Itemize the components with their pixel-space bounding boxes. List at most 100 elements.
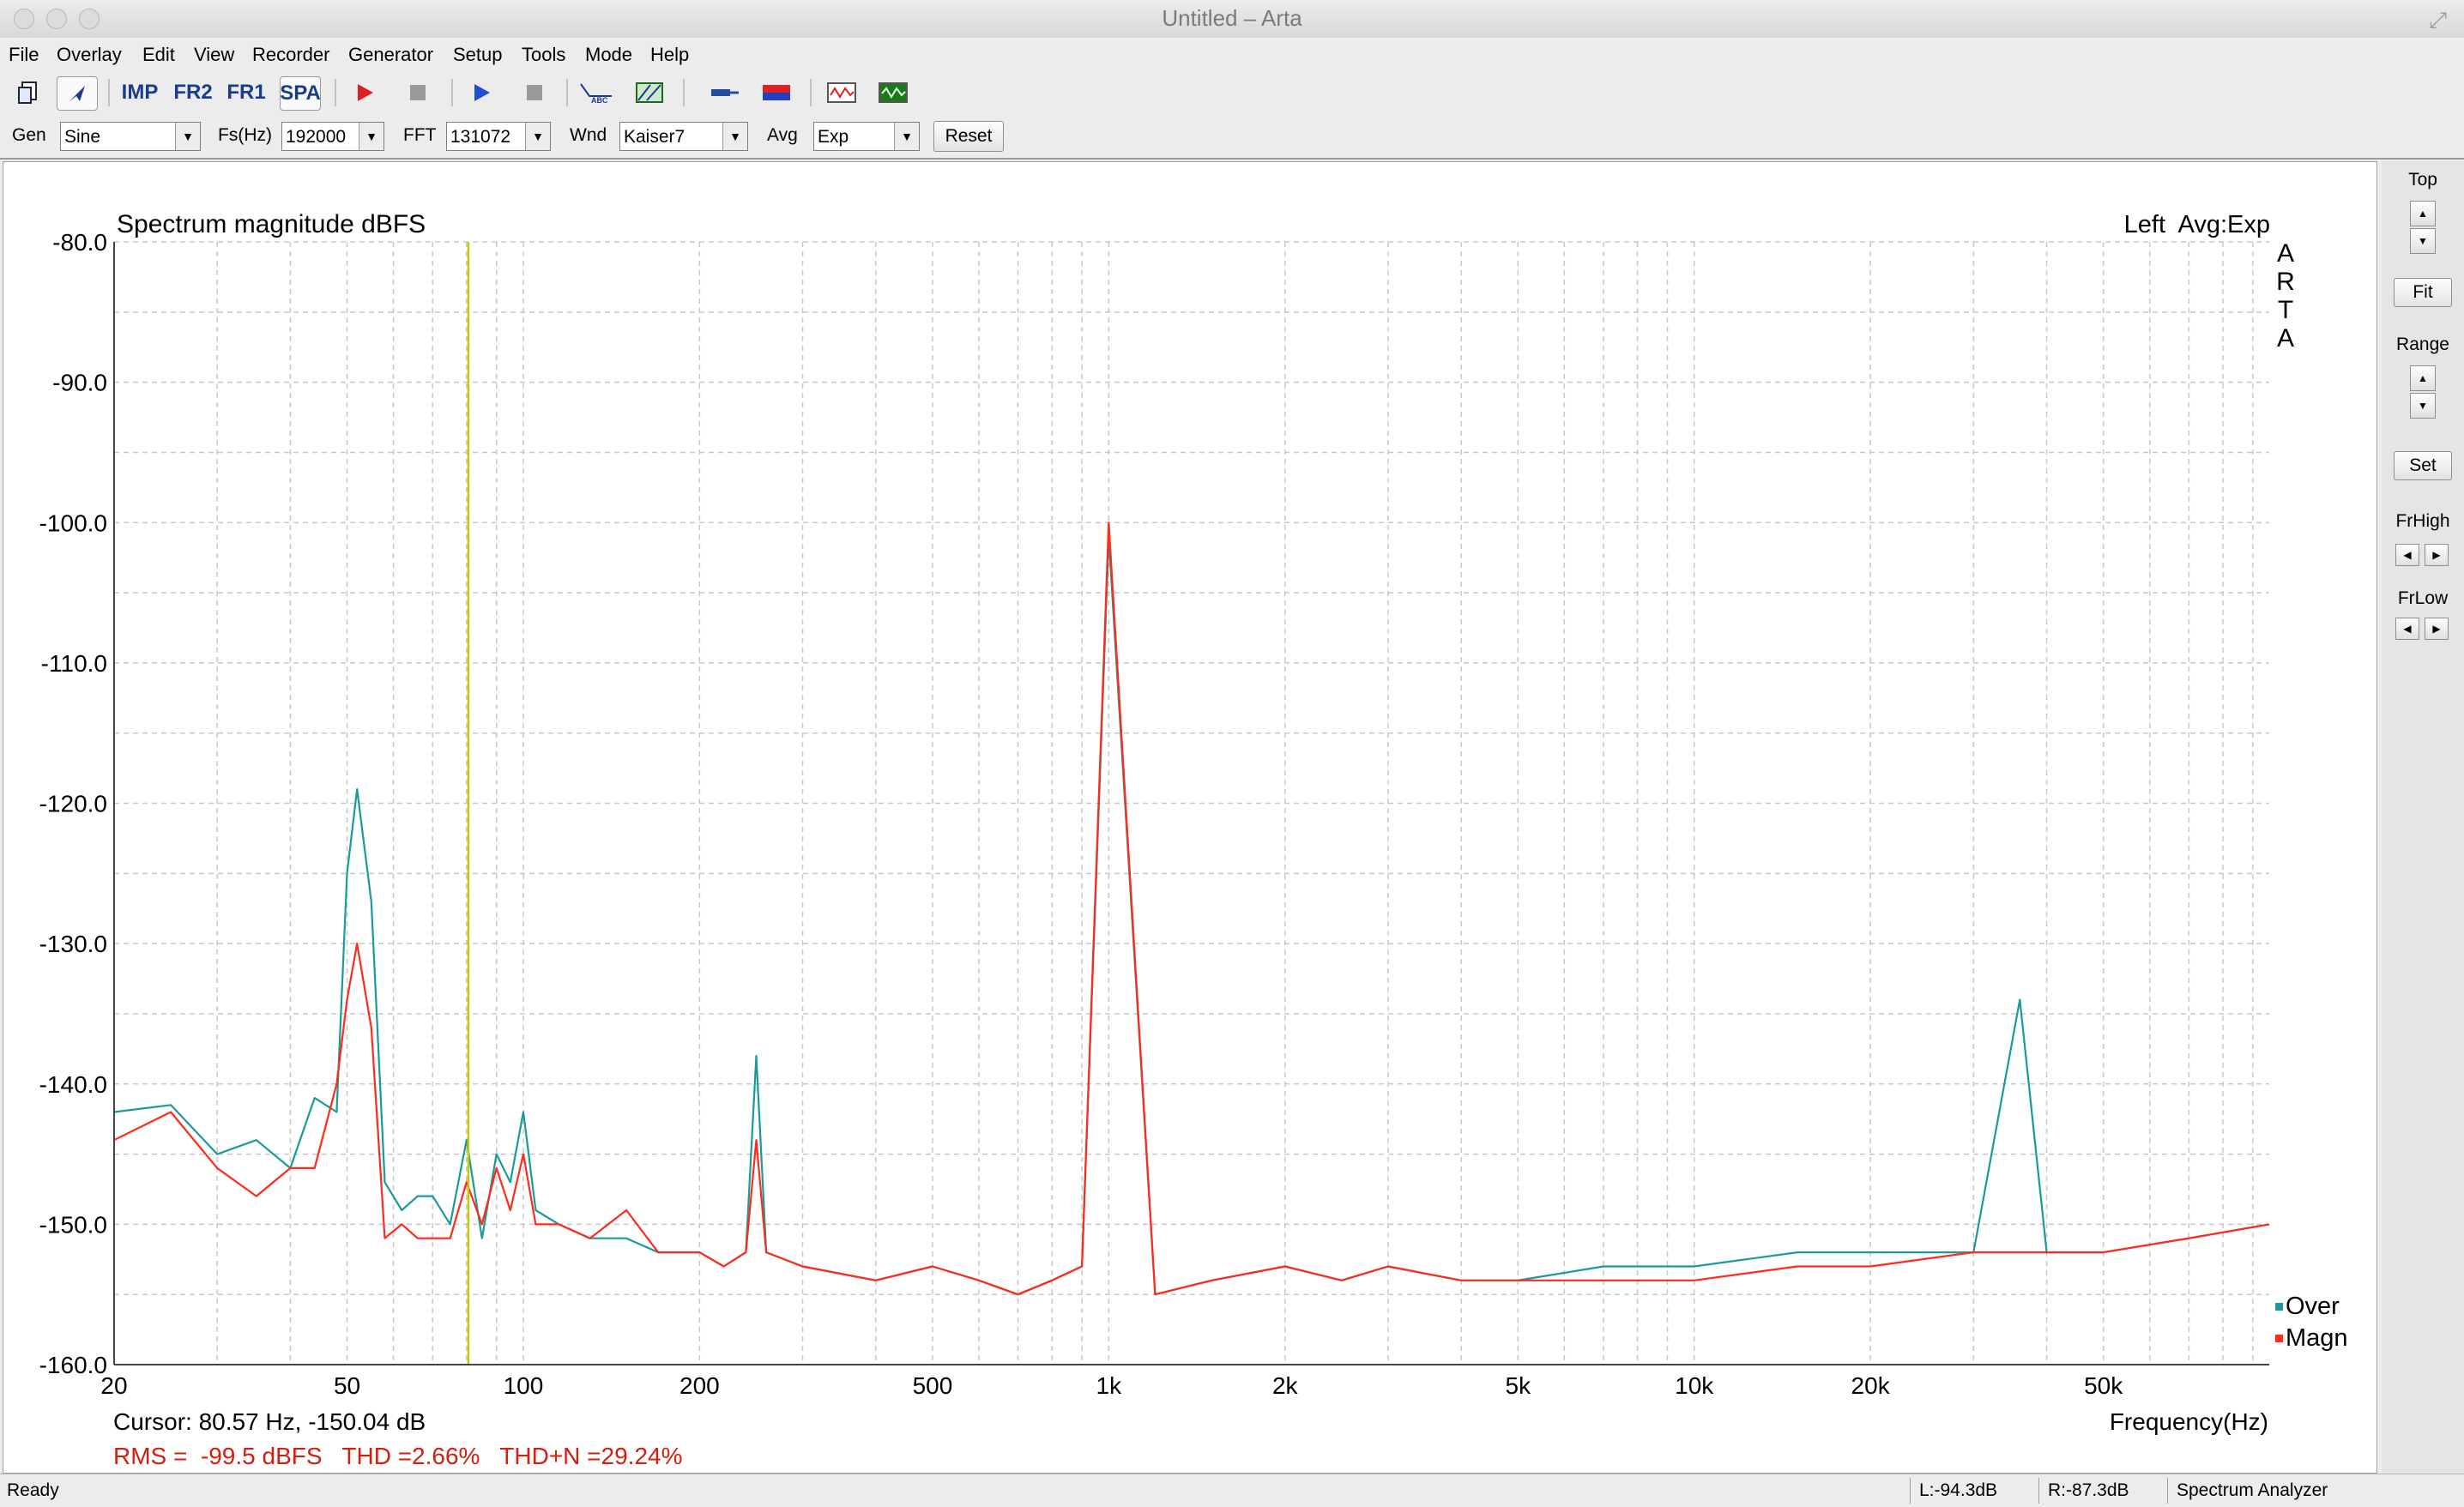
stop-icon: [527, 85, 542, 100]
frhigh-label: FrHigh: [2395, 511, 2450, 531]
trace-over: [113, 535, 2270, 1296]
legend-over-label: Over: [2286, 1293, 2340, 1320]
generator-select-value: Sine: [64, 127, 101, 147]
legend-magn-swatch: [2275, 1335, 2283, 1342]
pointer-icon: [69, 86, 85, 101]
frhigh-left-button[interactable]: ◀: [2395, 544, 2419, 566]
fr1-mode-button[interactable]: FR1: [226, 76, 266, 109]
y-tick-label: -110.0: [41, 650, 107, 677]
window-type-select[interactable]: Kaiser7 ▼: [619, 122, 748, 151]
new-file-button[interactable]: [9, 76, 48, 109]
control-bar: Gen Sine ▼ Fs(Hz) 192000 ▼ FFT 131072 ▼ …: [0, 115, 2464, 160]
fft-size-select[interactable]: 131072 ▼: [446, 122, 551, 151]
trace-magn: [113, 521, 2270, 1296]
arta-watermark-a1: A: [2277, 239, 2294, 268]
abc-curve-icon: ABC: [580, 83, 612, 105]
menu-setup[interactable]: Setup: [453, 44, 503, 66]
level-meter-icon: [763, 85, 790, 100]
legend-over-swatch: [2275, 1303, 2283, 1311]
calibration-button[interactable]: [705, 76, 745, 109]
x-tick-label: 100: [504, 1372, 544, 1399]
x-tick-label: 50k: [2084, 1372, 2123, 1399]
arrow-right-icon: ▶: [2432, 623, 2441, 635]
menu-mode[interactable]: Mode: [585, 44, 632, 66]
toolbar-separator: [566, 79, 568, 106]
fullscreen-icon[interactable]: ⤢: [2429, 7, 2447, 34]
top-down-button[interactable]: ▼: [2410, 228, 2436, 254]
arrow-down-icon: ▼: [2418, 235, 2428, 247]
x-tick-label: 2k: [1272, 1372, 1299, 1399]
arta-watermark-r: R: [2276, 268, 2295, 296]
y-tick-label: -160.0: [39, 1352, 107, 1378]
fr2-mode-button[interactable]: FR2: [173, 76, 213, 109]
spectrum-plot-area[interactable]: -80.0 -90.0 -100.0 -110.0 -120.0 -130.0 -140.0…: [3, 161, 2377, 1474]
menu-overlay[interactable]: Overlay: [57, 44, 122, 66]
frlow-right-button[interactable]: ▶: [2425, 618, 2449, 640]
arrow-left-icon: ◀: [2403, 623, 2412, 635]
x-tick-label: 5k: [1506, 1372, 1532, 1399]
abc-settings-button[interactable]: ABC: [577, 76, 616, 109]
arrow-up-icon: ▲: [2418, 208, 2428, 220]
generator-select[interactable]: Sine ▼: [60, 122, 201, 151]
avg-label: Avg: [767, 125, 798, 145]
averaging-value: Exp: [818, 127, 849, 147]
svg-text:ABC: ABC: [591, 96, 608, 105]
averaging-select[interactable]: Exp ▼: [813, 122, 920, 151]
menu-generator[interactable]: Generator: [348, 44, 433, 66]
graph-settings-button[interactable]: [630, 76, 669, 109]
fit-button[interactable]: Fit: [2394, 278, 2452, 307]
pointer-tool-button[interactable]: [57, 76, 98, 111]
window-title: Untitled – Arta: [1162, 5, 1302, 31]
top-up-button[interactable]: ▲: [2410, 201, 2436, 226]
y-tick-label: -150.0: [39, 1211, 107, 1238]
chevron-down-icon[interactable]: ▼: [175, 123, 200, 150]
menu-recorder[interactable]: Recorder: [252, 44, 329, 66]
toolbar-separator: [451, 79, 453, 106]
window-type-value: Kaiser7: [624, 127, 685, 147]
frlow-left-button[interactable]: ◀: [2395, 618, 2419, 640]
level-meter-button[interactable]: [757, 76, 796, 109]
range-up-button[interactable]: ▲: [2410, 365, 2436, 391]
reset-button[interactable]: Reset: [933, 121, 1004, 152]
arrow-left-icon: ◀: [2403, 549, 2412, 561]
chevron-down-icon[interactable]: ▼: [359, 123, 383, 150]
menu-help[interactable]: Help: [650, 44, 689, 66]
record-button[interactable]: [345, 76, 384, 109]
sample-rate-select[interactable]: 192000 ▼: [281, 122, 384, 151]
top-label: Top: [2408, 170, 2437, 190]
gen-label: Gen: [12, 125, 46, 145]
spa-mode-button[interactable]: SPA: [280, 76, 321, 111]
menu-view[interactable]: View: [194, 44, 234, 66]
probe-icon: [711, 89, 739, 96]
chevron-down-icon[interactable]: ▼: [525, 123, 550, 150]
channel-info: Left Avg:Exp: [2124, 211, 2270, 238]
generator-stop-button[interactable]: [515, 76, 554, 109]
generator-play-button[interactable]: [462, 76, 501, 109]
scope-button[interactable]: [822, 76, 861, 109]
status-bar: Ready L:-94.3dB R:-87.3dB Spectrum Analy…: [0, 1474, 2464, 1507]
x-tick-label: 1k: [1096, 1372, 1123, 1399]
frhigh-right-button[interactable]: ▶: [2425, 544, 2449, 566]
sample-rate-value: 192000: [286, 127, 347, 147]
menu-tools[interactable]: Tools: [522, 44, 565, 66]
frlow-label: FrLow: [2397, 588, 2449, 608]
chevron-down-icon[interactable]: ▼: [894, 123, 919, 150]
x-axis-label: Frequency(Hz): [2110, 1408, 2268, 1435]
right-level-readout: R:-87.3dB: [2038, 1478, 2167, 1504]
menu-edit[interactable]: Edit: [142, 44, 175, 66]
arrow-down-icon: ▼: [2418, 400, 2428, 412]
y-tick-label: -120.0: [39, 791, 107, 817]
range-down-button[interactable]: ▼: [2410, 393, 2436, 419]
new-file-icon: [18, 81, 37, 104]
oscilloscope-button[interactable]: [873, 76, 913, 109]
stop-record-button[interactable]: [398, 76, 438, 109]
x-tick-labels: 20 50 100 200 500 1k 2k 5k 10k 20k 50k: [100, 1372, 2123, 1399]
imp-mode-button[interactable]: IMP: [120, 76, 160, 109]
arta-watermark-a2: A: [2277, 324, 2294, 353]
menu-file[interactable]: File: [9, 44, 39, 66]
chevron-down-icon[interactable]: ▼: [722, 123, 747, 150]
spectrum-chart[interactable]: -80.0 -90.0 -100.0 -110.0 -120.0 -130.0 -140.0…: [3, 162, 2376, 1473]
x-tick-label: 500: [913, 1372, 953, 1399]
left-level-readout: L:-94.3dB: [1910, 1478, 2038, 1504]
set-button[interactable]: Set: [2394, 451, 2452, 480]
